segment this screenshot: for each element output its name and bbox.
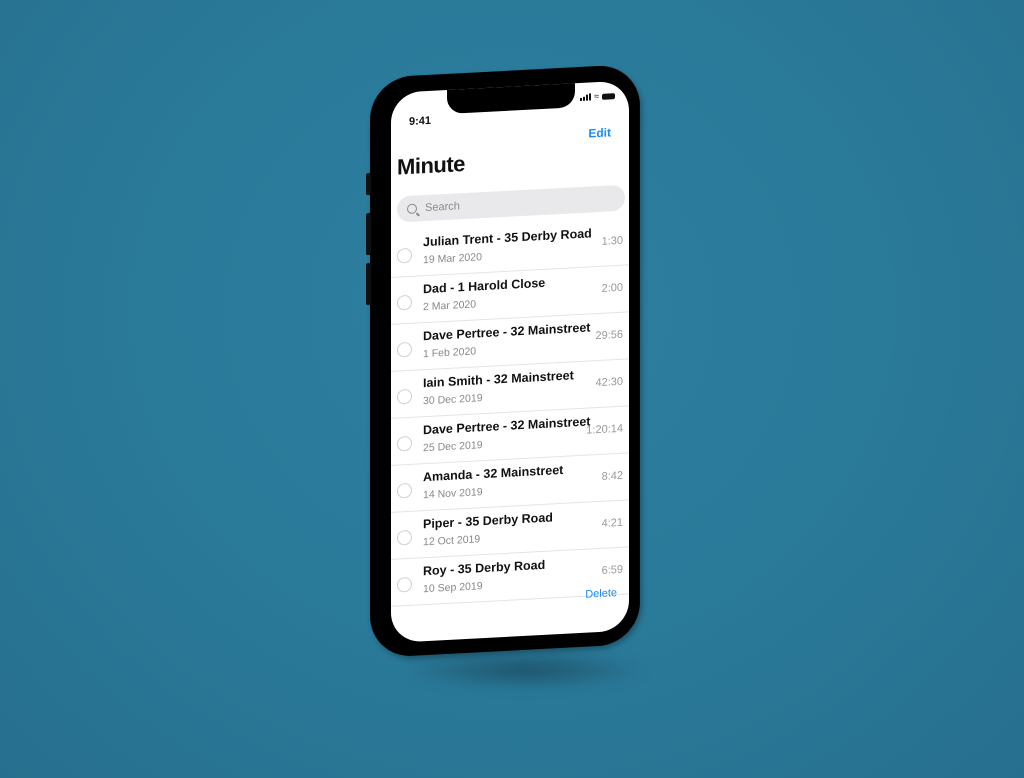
status-time: 9:41 — [409, 114, 432, 128]
page-title: Minute — [397, 151, 465, 180]
mute-switch — [366, 172, 371, 196]
select-radio[interactable] — [397, 247, 412, 264]
recording-date: 19 Mar 2020 — [423, 251, 482, 267]
phone-shadow — [400, 650, 650, 690]
search-input[interactable]: Search — [397, 184, 625, 223]
notch — [447, 81, 575, 114]
select-radio[interactable] — [397, 294, 412, 311]
recording-date: 30 Dec 2019 — [423, 392, 483, 408]
recording-date: 12 Oct 2019 — [423, 533, 481, 549]
recordings-list: Julian Trent - 35 Derby Road 19 Mar 2020… — [391, 218, 629, 607]
recording-name: Piper - 35 Derby Road — [423, 510, 553, 532]
delete-button[interactable]: Delete — [585, 587, 617, 601]
recording-date: 1 Feb 2020 — [423, 345, 477, 361]
recording-date: 25 Dec 2019 — [423, 439, 483, 455]
battery-icon — [602, 93, 615, 100]
search-icon — [407, 203, 417, 215]
select-radio[interactable] — [397, 388, 412, 405]
recording-duration: 42:30 — [595, 375, 623, 390]
recording-name: Julian Trent - 35 Derby Road — [423, 226, 592, 250]
recording-name: Roy - 35 Derby Road — [423, 557, 546, 579]
select-radio[interactable] — [397, 435, 412, 452]
recording-duration: 6:59 — [601, 563, 623, 577]
recording-name: Dad - 1 Harold Close — [423, 275, 546, 297]
signal-icon — [580, 93, 592, 101]
recording-duration: 2:00 — [601, 281, 623, 295]
search-placeholder: Search — [425, 200, 460, 215]
edit-button[interactable]: Edit — [588, 125, 611, 140]
recording-duration: 29:56 — [595, 328, 623, 343]
recording-name: Dave Pertree - 32 Mainstreet — [423, 414, 591, 438]
wifi-icon: ≈ — [594, 90, 599, 102]
phone-screen: 9:41 ≈ Edit Minute Search Julian Trent -… — [391, 80, 629, 643]
recording-duration: 4:21 — [601, 516, 623, 530]
status-icons: ≈ — [580, 91, 615, 101]
select-radio[interactable] — [397, 341, 412, 358]
volume-up-button — [366, 212, 371, 256]
recording-duration: 1:30 — [601, 234, 623, 248]
recording-date: 10 Sep 2019 — [423, 580, 483, 596]
recording-duration: 8:42 — [601, 469, 623, 483]
recording-date: 2 Mar 2020 — [423, 298, 477, 314]
select-radio[interactable] — [397, 576, 412, 593]
volume-down-button — [366, 262, 371, 306]
phone-mockup: 9:41 ≈ Edit Minute Search Julian Trent -… — [366, 63, 640, 658]
recording-name: Amanda - 32 Mainstreet — [423, 462, 564, 485]
recording-name: Dave Pertree - 32 Mainstreet — [423, 320, 591, 344]
recording-duration: 1:20:14 — [586, 422, 623, 437]
recording-date: 14 Nov 2019 — [423, 486, 483, 502]
select-radio[interactable] — [397, 482, 412, 499]
recording-name: Iain Smith - 32 Mainstreet — [423, 368, 574, 391]
select-radio[interactable] — [397, 529, 412, 546]
